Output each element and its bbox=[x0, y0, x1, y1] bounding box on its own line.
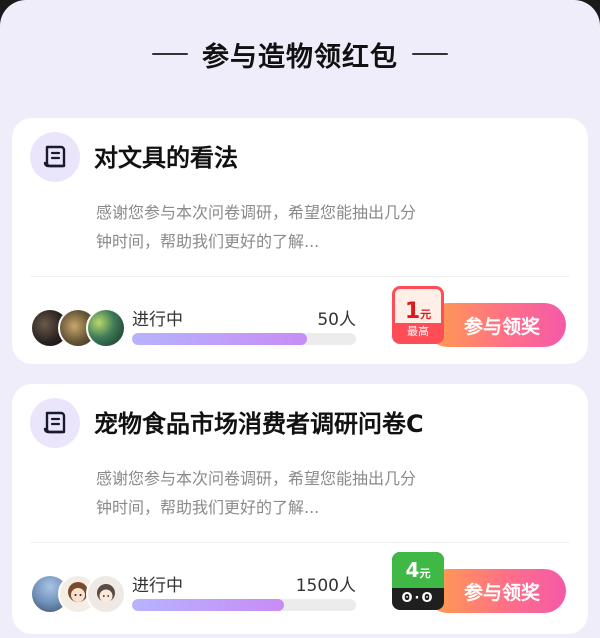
reward-amount: 4元 bbox=[392, 552, 444, 588]
survey-card[interactable]: 对文具的看法 感谢您参与本次问卷调研，希望您能抽出几分钟时间，帮助我们更好的了解… bbox=[12, 118, 588, 364]
survey-description: 感谢您参与本次问卷调研，希望您能抽出几分钟时间，帮助我们更好的了解... bbox=[96, 469, 417, 517]
survey-scroll-icon bbox=[30, 132, 80, 182]
reward-amount: 1元 bbox=[404, 299, 432, 324]
survey-card[interactable]: 宠物食品市场消费者调研问卷C 感谢您参与本次问卷调研，希望您能抽出几分钟时间，帮… bbox=[12, 384, 588, 634]
participant-avatars bbox=[30, 308, 130, 348]
progress-fill bbox=[132, 599, 285, 611]
progress-fill bbox=[132, 333, 307, 345]
section-header: 参与造物领红包 bbox=[0, 34, 600, 74]
progress-bar bbox=[132, 599, 356, 611]
reward-face: ʘ·ʘ bbox=[401, 591, 435, 606]
header-right-line bbox=[412, 53, 448, 55]
divider bbox=[30, 276, 570, 277]
participant-avatars bbox=[30, 574, 130, 614]
reward-tag: 最高 bbox=[395, 323, 441, 341]
avatar bbox=[86, 574, 126, 614]
reward-cta[interactable]: 参与领奖 1元 最高 bbox=[392, 286, 568, 354]
status-label: 进行中 bbox=[132, 576, 183, 596]
red-packet-badge: 1元 最高 bbox=[392, 286, 444, 344]
survey-list-page: 参与造物领红包 对文具的看法 感谢您参与本次问卷调研，希望您能抽出几分钟时间，帮… bbox=[0, 0, 600, 638]
section-title: 参与造物领红包 bbox=[202, 41, 398, 73]
progress-bar bbox=[132, 333, 356, 345]
survey-description: 感谢您参与本次问卷调研，希望您能抽出几分钟时间，帮助我们更好的了解... bbox=[96, 203, 417, 251]
claim-reward-button[interactable]: 参与领奖 bbox=[426, 569, 566, 613]
survey-scroll-icon bbox=[30, 398, 80, 448]
survey-title: 对文具的看法 bbox=[94, 144, 238, 172]
status-label: 进行中 bbox=[132, 310, 183, 330]
green-reward-badge: 4元 ʘ·ʘ bbox=[392, 552, 444, 610]
reward-cta[interactable]: 参与领奖 4元 ʘ·ʘ bbox=[392, 552, 568, 620]
participant-count: 1500人 bbox=[295, 576, 356, 596]
avatar bbox=[86, 308, 126, 348]
divider bbox=[30, 542, 570, 543]
survey-title: 宠物食品市场消费者调研问卷C bbox=[94, 410, 424, 438]
claim-reward-button[interactable]: 参与领奖 bbox=[426, 303, 566, 347]
header-left-line bbox=[152, 53, 188, 55]
participant-count: 50人 bbox=[317, 310, 356, 330]
